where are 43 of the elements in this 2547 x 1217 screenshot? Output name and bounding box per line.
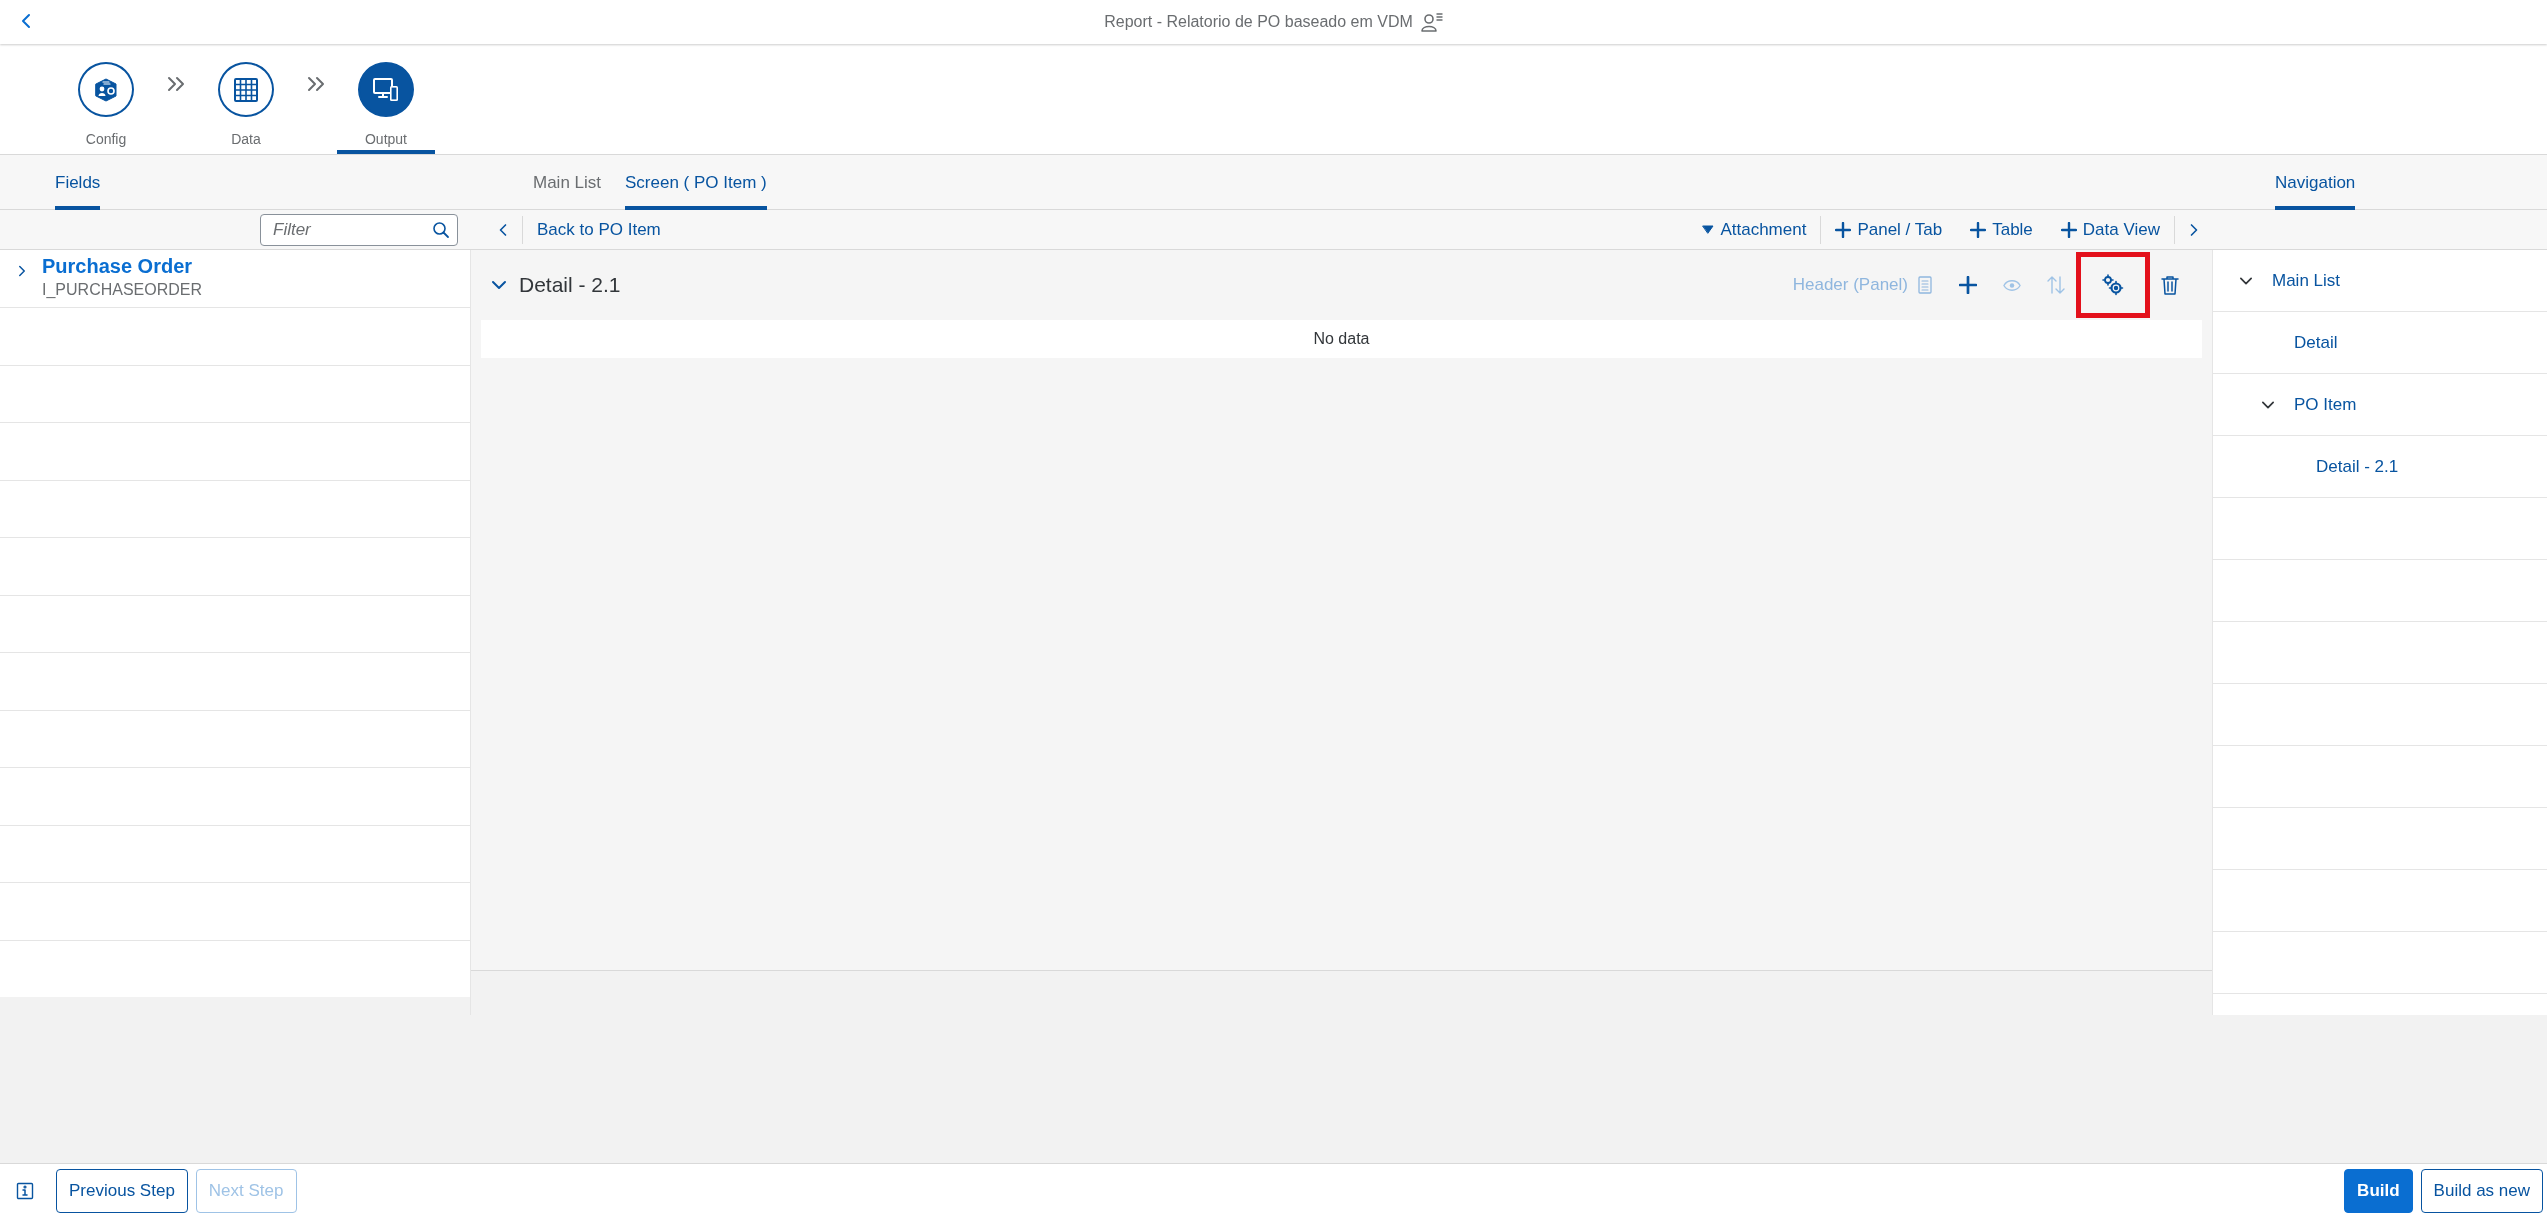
chevron-down-icon	[491, 278, 507, 292]
document-icon	[1918, 276, 1932, 294]
step-tab[interactable]: Config	[57, 44, 155, 154]
plus-icon	[1959, 276, 1977, 294]
window-title: Report - Relatorio de PO baseado em VDM	[1104, 12, 1413, 32]
user-list-icon	[1420, 12, 1443, 32]
sort-icon	[2046, 275, 2066, 295]
screen-tab[interactable]: Main List	[533, 155, 602, 210]
double-chevron-icon	[167, 76, 185, 92]
add-button[interactable]: Table	[1956, 216, 2047, 243]
back-icon	[20, 12, 32, 30]
entity-title[interactable]: Purchase Order	[42, 254, 203, 278]
info-icon[interactable]	[16, 1181, 34, 1200]
double-chevron-icon	[307, 76, 325, 92]
nav-item[interactable]: PO Item	[2294, 391, 2357, 418]
build-as-new-button[interactable]: Build as new	[2420, 1168, 2543, 1213]
nav-item[interactable]: Detail - 2.1	[2316, 453, 2399, 480]
add-button[interactable]: Panel / Tab	[1821, 216, 1957, 243]
back-link[interactable]: Back to PO Item	[523, 216, 675, 243]
eye-icon	[2003, 278, 2021, 292]
dropdown-button[interactable]: Attachment	[1688, 216, 1821, 243]
plus-icon	[1970, 221, 1987, 238]
collapse-toggle[interactable]	[491, 278, 507, 292]
nav-item[interactable]: Main List	[2272, 267, 2341, 294]
plus-icon	[1835, 221, 1852, 238]
entity-name: I_PURCHASEORDER	[42, 280, 203, 300]
chevron-right-icon	[2189, 221, 2199, 238]
build-button[interactable]: Build	[2344, 1168, 2413, 1213]
expand-toggle[interactable]	[16, 264, 28, 278]
filter-field[interactable]: Filter	[260, 213, 458, 246]
chevron-right-icon	[16, 264, 28, 278]
step-button[interactable]: Previous Step	[56, 1168, 188, 1213]
settings-icon	[2102, 274, 2124, 296]
search-icon[interactable]	[432, 220, 450, 239]
step-tab[interactable]: Data	[197, 44, 295, 154]
caret-down-icon	[1702, 224, 1715, 235]
trash-icon	[2161, 275, 2179, 295]
nav-item[interactable]: Detail	[2294, 329, 2338, 356]
chevron-left-icon	[498, 221, 508, 238]
empty-message: No data	[481, 320, 2202, 358]
add-button[interactable]: Data View	[2046, 216, 2174, 243]
section-title: Detail - 2.1	[519, 272, 621, 299]
plus-icon	[2060, 221, 2077, 238]
